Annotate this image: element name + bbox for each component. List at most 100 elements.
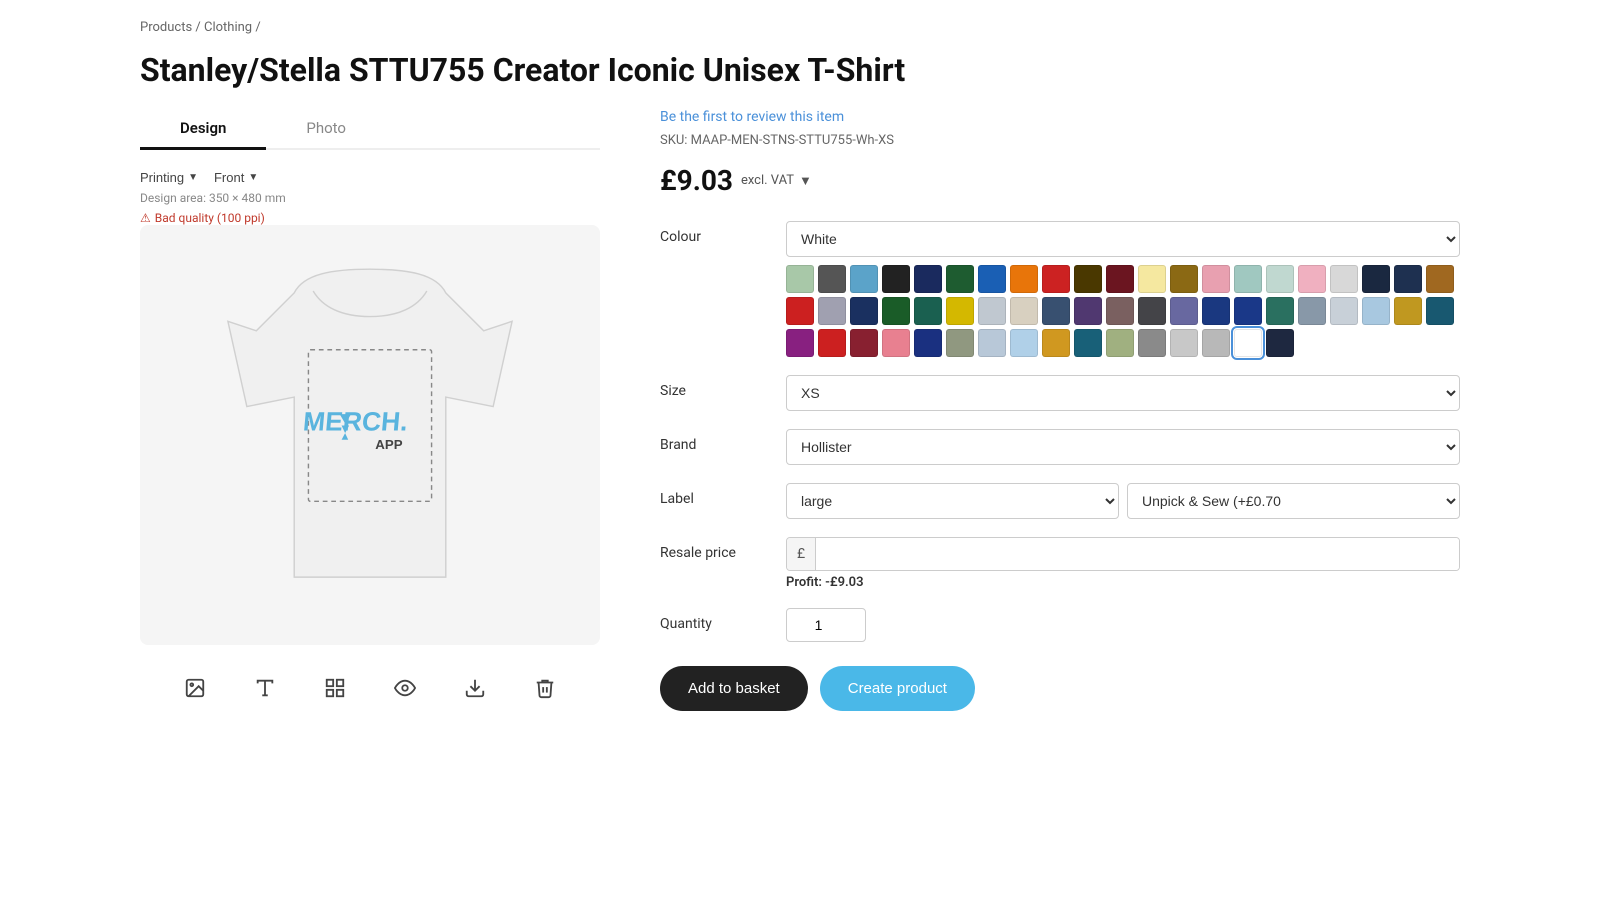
color-swatch[interactable]: [1298, 297, 1326, 325]
review-link[interactable]: Be the first to review this item: [660, 109, 1460, 125]
color-swatch[interactable]: [1170, 329, 1198, 357]
color-swatch[interactable]: [1138, 297, 1166, 325]
tab-design[interactable]: Design: [140, 109, 266, 150]
profit-text: Profit: -£9.03: [786, 575, 1460, 590]
brand-row: Brand Hollister Gildan Bella+Canvas: [660, 429, 1460, 465]
color-swatch[interactable]: [946, 265, 974, 293]
color-swatch[interactable]: [1010, 329, 1038, 357]
color-swatch[interactable]: [1234, 265, 1262, 293]
front-arrow-icon: ▼: [248, 172, 258, 183]
color-swatch[interactable]: [1202, 265, 1230, 293]
color-swatch[interactable]: [882, 329, 910, 357]
color-swatch[interactable]: [1426, 297, 1454, 325]
add-image-button[interactable]: [176, 673, 214, 709]
color-swatch[interactable]: [1074, 297, 1102, 325]
color-swatch[interactable]: [1394, 297, 1422, 325]
add-text-button[interactable]: [246, 673, 284, 709]
color-swatch[interactable]: [786, 297, 814, 325]
color-swatch[interactable]: [1202, 297, 1230, 325]
color-swatch[interactable]: [1330, 265, 1358, 293]
color-swatch[interactable]: [1266, 265, 1294, 293]
color-swatch[interactable]: [818, 329, 846, 357]
color-swatch[interactable]: [882, 297, 910, 325]
size-select[interactable]: XS S M L XL XXL: [786, 375, 1460, 411]
action-buttons: Add to basket Create product: [660, 666, 1460, 711]
color-swatch[interactable]: [1170, 297, 1198, 325]
page-title: Stanley/Stella STTU755 Creator Iconic Un…: [140, 51, 1460, 89]
color-swatch[interactable]: [1330, 297, 1358, 325]
color-swatch[interactable]: [1042, 297, 1070, 325]
color-swatch[interactable]: [914, 297, 942, 325]
quantity-input[interactable]: [786, 608, 866, 642]
color-swatch[interactable]: [1202, 329, 1230, 357]
color-swatch[interactable]: [1266, 329, 1294, 357]
color-swatch[interactable]: [1010, 297, 1038, 325]
color-swatch[interactable]: [1298, 265, 1326, 293]
printing-bar: Printing ▼ Front ▼: [140, 170, 600, 185]
color-swatch[interactable]: [1074, 329, 1102, 357]
size-label: Size: [660, 375, 770, 399]
color-swatch[interactable]: [978, 329, 1006, 357]
add-to-basket-button[interactable]: Add to basket: [660, 666, 808, 711]
download-button[interactable]: [456, 673, 494, 709]
color-swatch[interactable]: [1138, 265, 1166, 293]
color-swatch[interactable]: [1394, 265, 1422, 293]
resale-input-group: £: [786, 537, 1460, 571]
brand-control: Hollister Gildan Bella+Canvas: [786, 429, 1460, 465]
color-swatch[interactable]: [850, 265, 878, 293]
create-product-button[interactable]: Create product: [820, 666, 975, 711]
brand-select[interactable]: Hollister Gildan Bella+Canvas: [786, 429, 1460, 465]
color-swatch[interactable]: [946, 297, 974, 325]
colour-select[interactable]: White: [786, 221, 1460, 257]
warning-icon: ⚠: [140, 211, 151, 225]
color-swatch[interactable]: [914, 265, 942, 293]
breadcrumb-products[interactable]: Products: [140, 20, 192, 35]
color-swatch[interactable]: [1106, 297, 1134, 325]
color-swatch[interactable]: [1234, 297, 1262, 325]
quantity-row: Quantity: [660, 608, 1460, 642]
color-swatch[interactable]: [1042, 329, 1070, 357]
color-swatch[interactable]: [1010, 265, 1038, 293]
label-size-select[interactable]: small medium large: [786, 483, 1119, 519]
vat-arrow-icon[interactable]: ▼: [799, 173, 812, 189]
color-swatch[interactable]: [914, 329, 942, 357]
color-swatch[interactable]: [1234, 329, 1262, 357]
brand-label: Brand: [660, 429, 770, 453]
bad-quality-warning: ⚠ Bad quality (100 ppi): [140, 211, 600, 225]
label-control: small medium large Unpick & Sew (+£0.70 …: [786, 483, 1460, 519]
color-swatch[interactable]: [818, 297, 846, 325]
colour-control: White: [786, 221, 1460, 357]
color-swatch[interactable]: [1106, 265, 1134, 293]
add-grid-button[interactable]: [316, 673, 354, 709]
color-swatch[interactable]: [1106, 329, 1134, 357]
tshirt-preview[interactable]: MERCH. APP: [140, 225, 600, 645]
price-row: £9.03 excl. VAT ▼: [660, 164, 1460, 197]
breadcrumb-clothing[interactable]: Clothing: [204, 20, 252, 35]
color-swatch[interactable]: [1138, 329, 1166, 357]
color-swatch[interactable]: [850, 297, 878, 325]
preview-button[interactable]: [386, 673, 424, 709]
color-swatch[interactable]: [1170, 265, 1198, 293]
delete-button[interactable]: [526, 673, 564, 709]
color-swatch[interactable]: [1042, 265, 1070, 293]
color-swatch[interactable]: [1426, 265, 1454, 293]
color-swatch[interactable]: [1074, 265, 1102, 293]
color-swatch[interactable]: [946, 329, 974, 357]
color-swatch[interactable]: [1266, 297, 1294, 325]
color-swatch[interactable]: [1362, 297, 1390, 325]
front-button[interactable]: Front ▼: [214, 170, 258, 185]
printing-button[interactable]: Printing ▼: [140, 170, 198, 185]
color-swatch[interactable]: [818, 265, 846, 293]
resale-price-input[interactable]: [816, 538, 1459, 570]
label-type-select[interactable]: Unpick & Sew (+£0.70 Heat Transfer None: [1127, 483, 1460, 519]
color-swatch[interactable]: [978, 297, 1006, 325]
color-swatch[interactable]: [882, 265, 910, 293]
color-swatch[interactable]: [786, 329, 814, 357]
color-swatch[interactable]: [1362, 265, 1390, 293]
color-swatch[interactable]: [978, 265, 1006, 293]
tab-photo[interactable]: Photo: [266, 109, 386, 150]
color-swatch[interactable]: [850, 329, 878, 357]
color-swatch[interactable]: [786, 265, 814, 293]
svg-text:MERCH.: MERCH.: [302, 407, 409, 437]
colour-row: Colour White: [660, 221, 1460, 357]
